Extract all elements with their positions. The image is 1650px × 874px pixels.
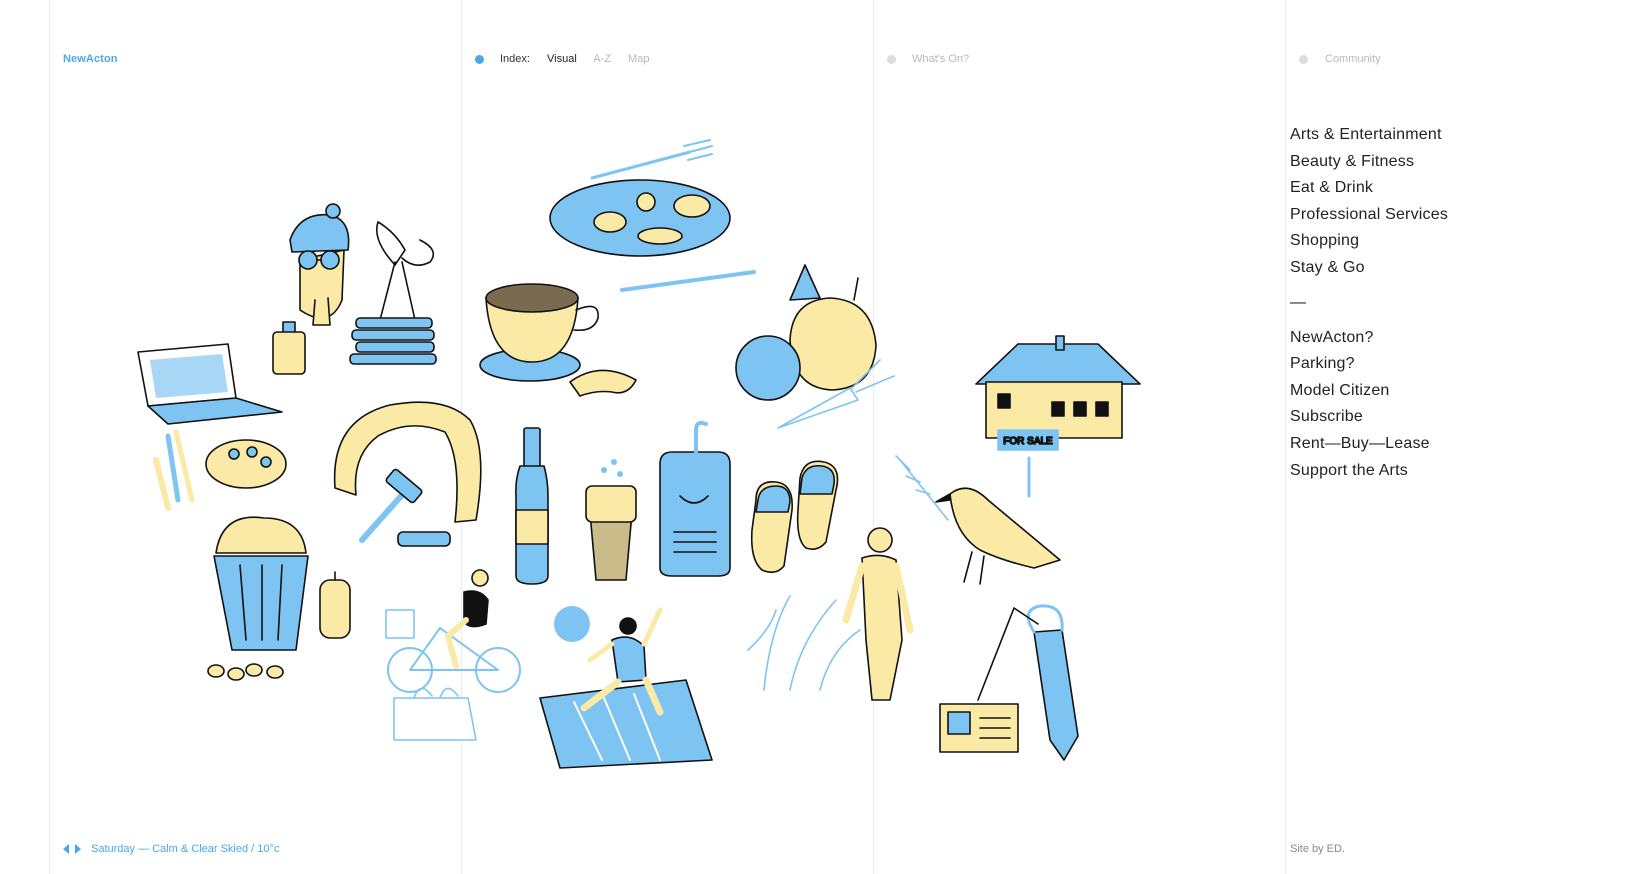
weather-text: Saturday — Calm & Clear Skied / 10°c: [91, 843, 280, 855]
knife-icon[interactable]: [620, 270, 756, 292]
reading-person-icon[interactable]: [289, 203, 350, 326]
laptop-icon[interactable]: [137, 343, 283, 425]
necktie-icon[interactable]: [1026, 604, 1079, 761]
lantern-icon[interactable]: [319, 571, 351, 639]
shopping-bag-icon[interactable]: [393, 687, 477, 741]
cookies-icon[interactable]: [207, 663, 284, 681]
slippers-icon[interactable]: [750, 460, 839, 574]
house-for-sale-icon[interactable]: [975, 335, 1141, 498]
fork-icon[interactable]: [590, 139, 713, 180]
coffee-cup-icon[interactable]: [479, 283, 599, 382]
naked-man-icon[interactable]: [842, 527, 914, 701]
ball-icon[interactable]: [554, 606, 590, 642]
cupcake-icon[interactable]: [213, 516, 309, 651]
bird-icon[interactable]: [935, 487, 1061, 585]
next-arrow-icon[interactable]: [75, 844, 81, 854]
bath-mitt-icon[interactable]: [659, 420, 731, 577]
scissors-trophy-icon[interactable]: [349, 221, 437, 365]
prev-arrow-icon[interactable]: [63, 844, 69, 854]
cyclist-icon[interactable]: [385, 569, 521, 693]
palette-icon[interactable]: [205, 439, 287, 489]
site-credit[interactable]: Site by ED.: [1290, 843, 1345, 855]
fern-leaf-icon: [895, 455, 949, 521]
hammer-icon[interactable]: [359, 468, 423, 543]
croissant-icon[interactable]: [569, 369, 637, 397]
visual-index-illustration: FOR SALE: [137, 139, 1141, 769]
paint-brushes-icon[interactable]: [153, 429, 195, 511]
beer-glass-icon[interactable]: [585, 459, 637, 581]
for-sale-text: FOR SALE: [1003, 436, 1053, 447]
scarf-icon[interactable]: [333, 401, 482, 523]
bottle-icon[interactable]: [272, 321, 306, 375]
wine-bottle-icon[interactable]: [515, 427, 549, 585]
fern-icon[interactable]: [747, 595, 861, 691]
soap-dish-icon[interactable]: [397, 531, 451, 547]
plate-food-icon[interactable]: [549, 179, 731, 257]
weather-bar: Saturday — Calm & Clear Skied / 10°c: [63, 843, 279, 855]
apples-pumpkin-icon[interactable]: [735, 264, 877, 401]
id-card-icon[interactable]: [939, 607, 1039, 753]
